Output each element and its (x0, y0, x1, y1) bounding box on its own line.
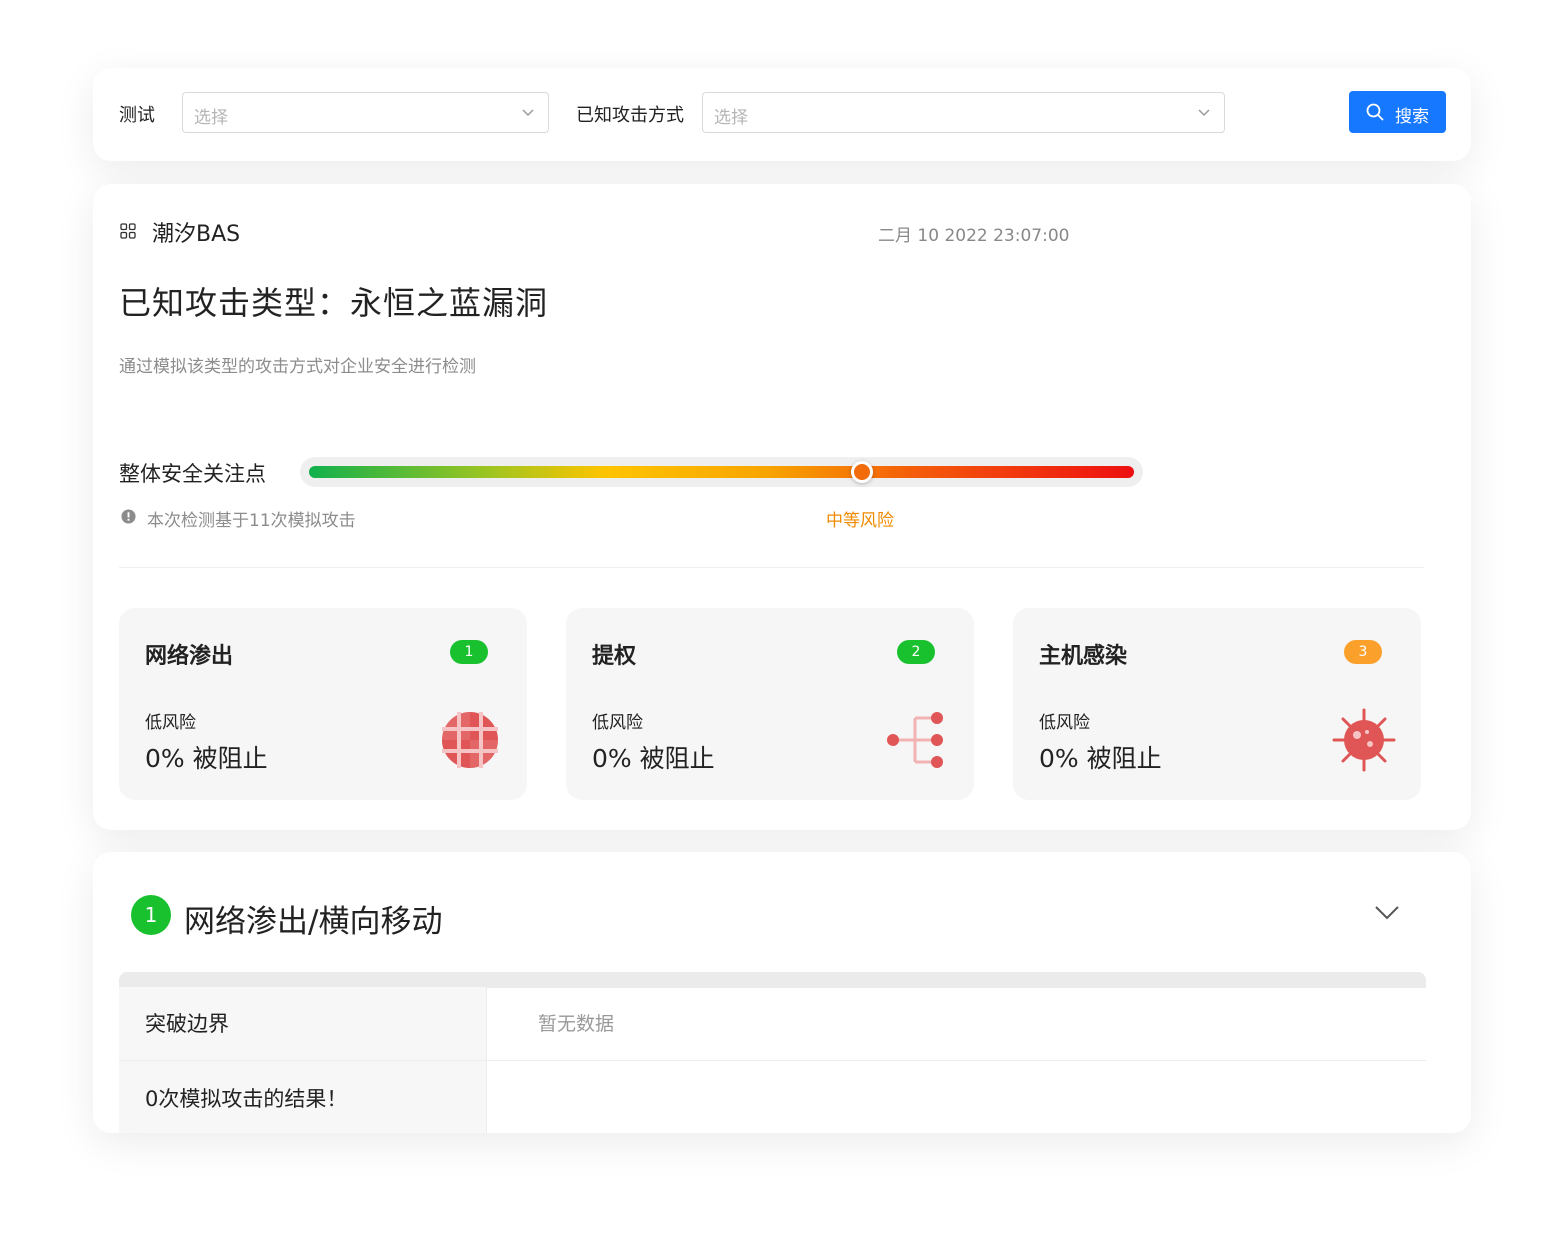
stat-name: 主机感染 (1039, 644, 1128, 669)
search-button[interactable]: 搜索 (1349, 91, 1446, 133)
chevron-down-icon (1198, 109, 1210, 117)
brand-name: 潮汐BAS (152, 222, 241, 247)
section-number-badge: 1 (131, 895, 171, 935)
chevron-down-icon (522, 109, 534, 117)
branch-icon (887, 712, 943, 768)
stat-blocked: 0% 被阻止 (1039, 744, 1162, 773)
table-row-label: 0次模拟攻击的结果！ (119, 1061, 486, 1133)
divider (119, 567, 1424, 568)
report-card: 潮汐BAS 二月 10 2022 23:07:00 已知攻击类型：永恒之蓝漏洞 … (93, 184, 1471, 830)
stat-card-privilege[interactable]: 提权 2 低风险 0% 被阻止 (566, 608, 974, 800)
stat-risk: 低风险 (592, 713, 643, 733)
chevron-down-icon[interactable] (1374, 904, 1400, 922)
table-row-value: 暂无数据 (486, 987, 1426, 1061)
count-badge: 1 (450, 640, 488, 664)
report-datetime: 二月 10 2022 23:07:00 (878, 226, 1070, 246)
test-select[interactable]: 选择 (182, 92, 549, 133)
risk-gradient-bar (309, 466, 1134, 478)
stat-name: 提权 (592, 644, 637, 669)
report-description: 通过模拟该类型的攻击方式对企业安全进行检测 (119, 357, 476, 377)
stat-card-host-infection[interactable]: 主机感染 3 低风险 0% 被阻止 (1013, 608, 1421, 800)
section-card: 1 网络渗出/横向移动 突破边界 暂无数据 0次模拟攻击的结果！ (93, 852, 1471, 1133)
section-title: 网络渗出/横向移动 (184, 904, 443, 940)
risk-label: 整体安全关注点 (119, 462, 266, 486)
stat-name: 网络渗出 (145, 644, 234, 669)
count-badge: 2 (897, 640, 935, 664)
test-filter-label: 测试 (119, 105, 155, 126)
table-row-value (486, 1061, 1426, 1133)
stat-risk: 低风险 (1039, 713, 1090, 733)
attack-select[interactable]: 选择 (702, 92, 1225, 133)
risk-level-text: 中等风险 (826, 511, 894, 531)
detection-note: 本次检测基于11次模拟攻击 (147, 511, 356, 531)
page-title: 已知攻击类型：永恒之蓝漏洞 (119, 284, 549, 322)
search-icon (1366, 103, 1384, 121)
stat-blocked: 0% 被阻止 (145, 744, 268, 773)
stat-card-network[interactable]: 网络渗出 1 低风险 0% 被阻止 (119, 608, 527, 800)
result-table: 突破边界 暂无数据 0次模拟攻击的结果！ (119, 987, 1426, 1133)
info-icon (121, 509, 136, 524)
count-badge: 3 (1344, 640, 1382, 664)
table-header-strip (119, 972, 1426, 988)
stat-blocked: 0% 被阻止 (592, 744, 715, 773)
attack-filter-label: 已知攻击方式 (576, 105, 684, 126)
test-select-placeholder: 选择 (194, 108, 228, 128)
search-button-label: 搜索 (1395, 107, 1429, 127)
globe-icon (442, 712, 498, 768)
attack-select-placeholder: 选择 (714, 108, 748, 128)
risk-indicator (850, 461, 873, 483)
virus-icon (1332, 708, 1396, 772)
apps-icon (120, 223, 136, 239)
stat-risk: 低风险 (145, 713, 196, 733)
risk-meter (300, 457, 1143, 487)
table-row-label: 突破边界 (119, 987, 486, 1061)
filter-bar: 测试 选择 已知攻击方式 选择 搜索 (93, 68, 1471, 161)
